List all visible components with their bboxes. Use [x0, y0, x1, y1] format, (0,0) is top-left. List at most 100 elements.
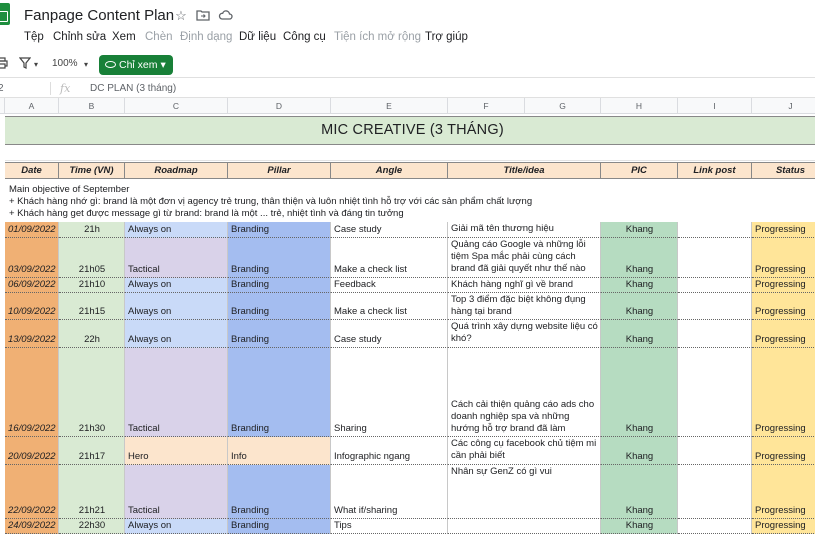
cell-pic[interactable]: Khang	[601, 437, 678, 465]
filter-icon[interactable]	[18, 57, 32, 73]
cell-pic[interactable]: Khang	[601, 465, 678, 519]
menu-edit[interactable]: Chỉnh sửa	[53, 31, 106, 43]
column-header-c[interactable]: C	[125, 98, 228, 114]
cell-link[interactable]	[678, 320, 752, 348]
menu-help[interactable]: Trợ giúp	[425, 31, 468, 43]
cell-title[interactable]	[448, 519, 601, 534]
cell-angle[interactable]: Tips	[331, 519, 448, 534]
cell-pillar[interactable]: Branding	[228, 293, 331, 320]
menu-tools[interactable]: Công cụ	[283, 31, 326, 43]
cell-link[interactable]	[678, 519, 752, 534]
star-icon[interactable]: ☆	[173, 8, 189, 24]
spreadsheet-grid[interactable]: ABCDEFGHIJ MIC CREATIVE (3 THÁNG) Date Ti…	[0, 98, 815, 546]
cell-pillar[interactable]: Branding	[228, 278, 331, 293]
cell-status[interactable]: Progressing	[752, 278, 815, 293]
document-title[interactable]: Fanpage Content Plan	[24, 7, 174, 24]
cell-title[interactable]: Quá trình xây dựng website liệu có khó?	[448, 320, 601, 348]
cell-link[interactable]	[678, 278, 752, 293]
cell-time[interactable]: 21h	[59, 222, 125, 238]
cell-time[interactable]: 21h15	[59, 293, 125, 320]
menu-insert[interactable]: Chèn	[145, 31, 173, 43]
cell-angle[interactable]: Case study	[331, 320, 448, 348]
column-header-f[interactable]: F	[448, 98, 525, 114]
cell-status[interactable]: Progressing	[752, 238, 815, 278]
cloud-status-icon[interactable]	[217, 8, 233, 24]
cell-angle[interactable]: Infographic ngang	[331, 437, 448, 465]
menu-extensions[interactable]: Tiện ích mở rộng	[334, 31, 421, 43]
cell-time[interactable]: 21h30	[59, 348, 125, 437]
cell-roadmap[interactable]: Hero	[125, 437, 228, 465]
cell-angle[interactable]: Feedback	[331, 278, 448, 293]
column-header-g[interactable]: G	[525, 98, 601, 114]
column-header-a[interactable]: A	[5, 98, 59, 114]
cell-status[interactable]: Progressing	[752, 519, 815, 534]
column-header-j[interactable]: J	[752, 98, 815, 114]
cell-angle[interactable]: Sharing	[331, 348, 448, 437]
cell-date[interactable]: 13/09/2022	[5, 320, 59, 348]
move-to-folder-icon[interactable]	[195, 8, 211, 24]
cell-roadmap[interactable]: Tactical	[125, 238, 228, 278]
cell-pic[interactable]: Khang	[601, 238, 678, 278]
zoom-dropdown-icon[interactable]: ▾	[84, 57, 88, 73]
cell-title[interactable]: Top 3 điểm đặc biệt không đụng hàng tại …	[448, 293, 601, 320]
cell-pillar[interactable]: Branding	[228, 238, 331, 278]
cell-pic[interactable]: Khang	[601, 278, 678, 293]
column-header-e[interactable]: E	[331, 98, 448, 114]
cell-link[interactable]	[678, 293, 752, 320]
column-header-d[interactable]: D	[228, 98, 331, 114]
cell-time[interactable]: 21h21	[59, 465, 125, 519]
sheets-logo-icon[interactable]	[0, 3, 10, 25]
cell-angle[interactable]: Make a check list	[331, 238, 448, 278]
cell-link[interactable]	[678, 222, 752, 238]
cell-date[interactable]: 06/09/2022	[5, 278, 59, 293]
cell-link[interactable]	[678, 437, 752, 465]
cell-date[interactable]: 22/09/2022	[5, 465, 59, 519]
print-icon[interactable]	[0, 57, 8, 73]
cell-pillar[interactable]: Branding	[228, 465, 331, 519]
cell-time[interactable]: 21h05	[59, 238, 125, 278]
cell-angle[interactable]: What if/sharing	[331, 465, 448, 519]
cell-time[interactable]: 21h10	[59, 278, 125, 293]
cell-roadmap[interactable]: Always on	[125, 519, 228, 534]
column-header-b[interactable]: B	[59, 98, 125, 114]
cell-title[interactable]: Nhân sự GenZ có gì vui	[448, 465, 601, 519]
cell-date[interactable]: 03/09/2022	[5, 238, 59, 278]
menu-format[interactable]: Định dạng	[180, 31, 232, 43]
cell-roadmap[interactable]: Tactical	[125, 465, 228, 519]
filter-dropdown-icon[interactable]: ▾	[34, 57, 38, 73]
cell-title[interactable]: Cách cải thiện quảng cáo ads cho doanh n…	[448, 348, 601, 437]
cell-roadmap[interactable]: Always on	[125, 320, 228, 348]
cell-pic[interactable]: Khang	[601, 348, 678, 437]
cell-pic[interactable]: Khang	[601, 222, 678, 238]
cell-date[interactable]: 16/09/2022	[5, 348, 59, 437]
select-all-corner[interactable]	[0, 98, 5, 114]
cell-roadmap[interactable]: Always on	[125, 278, 228, 293]
cell-link[interactable]	[678, 238, 752, 278]
cell-title[interactable]: Các công cụ facebook chủ tiệm mi cần phả…	[448, 437, 601, 465]
cell-status[interactable]: Progressing	[752, 222, 815, 238]
cell-roadmap[interactable]: Tactical	[125, 348, 228, 437]
cell-time[interactable]: 21h17	[59, 437, 125, 465]
cell-pillar[interactable]: Branding	[228, 222, 331, 238]
cell-time[interactable]: 22h30	[59, 519, 125, 534]
cell-reference-box[interactable]: 2	[0, 83, 4, 94]
cell-date[interactable]: 24/09/2022	[5, 519, 59, 534]
cell-link[interactable]	[678, 348, 752, 437]
cell-pillar[interactable]: Branding	[228, 348, 331, 437]
cell-status[interactable]: Progressing	[752, 320, 815, 348]
cell-link[interactable]	[678, 465, 752, 519]
cell-roadmap[interactable]: Always on	[125, 293, 228, 320]
cell-date[interactable]: 01/09/2022	[5, 222, 59, 238]
menu-file[interactable]: Tệp	[24, 31, 44, 43]
cell-pic[interactable]: Khang	[601, 320, 678, 348]
cell-angle[interactable]: Case study	[331, 222, 448, 238]
cell-pillar[interactable]: Branding	[228, 320, 331, 348]
cell-status[interactable]: Progressing	[752, 293, 815, 320]
cell-pic[interactable]: Khang	[601, 519, 678, 534]
column-header-i[interactable]: I	[678, 98, 752, 114]
cell-title[interactable]: Khách hàng nghĩ gì về brand	[448, 278, 601, 293]
cell-date[interactable]: 20/09/2022	[5, 437, 59, 465]
cell-roadmap[interactable]: Always on	[125, 222, 228, 238]
cell-title[interactable]: Quảng cáo Google và những lỗi tiệm Spa m…	[448, 238, 601, 278]
column-header-h[interactable]: H	[601, 98, 678, 114]
